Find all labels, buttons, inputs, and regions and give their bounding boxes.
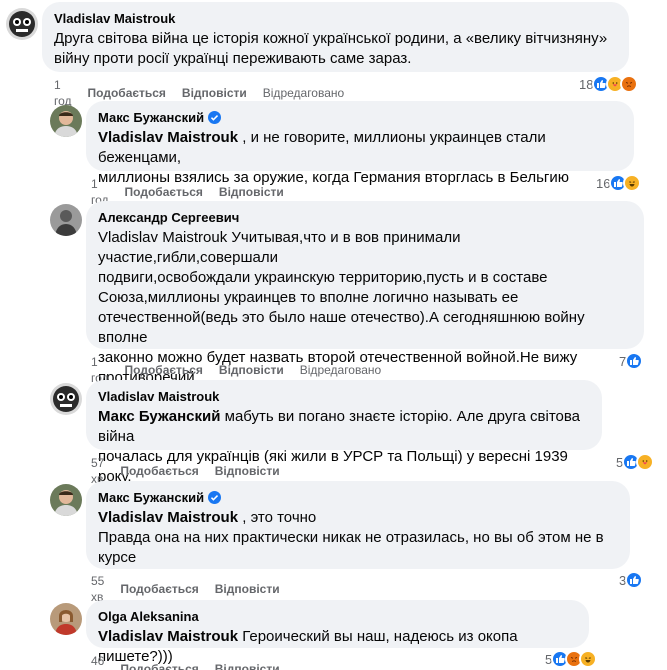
avatar[interactable] — [6, 8, 38, 40]
mention-link[interactable]: Vladislav Maistrouk — [98, 509, 238, 526]
avatar[interactable] — [50, 603, 82, 635]
comment-text-line: Правда она на них практически никак не о… — [98, 529, 604, 546]
reactions-summary[interactable]: 3 — [619, 571, 644, 589]
comment-time[interactable]: 46 хв — [91, 653, 104, 670]
author-name: Макс Бужанский — [98, 110, 205, 125]
care-reaction-icon — [636, 453, 655, 471]
avatar-image — [50, 484, 82, 516]
comment-text-line: Друга світова війна це історія кожної ук… — [54, 30, 608, 47]
comment-text-line: курсе — [98, 549, 137, 566]
angry-reaction-icon — [620, 75, 639, 93]
like-button[interactable]: Подобається — [120, 581, 198, 597]
comment-bubble: Vladislav Maistrouk Друга світова війна … — [42, 2, 629, 72]
verified-badge-icon — [208, 111, 222, 124]
reply-button[interactable]: Відповісти — [215, 661, 280, 670]
comment-text-first: , это точно — [238, 509, 317, 526]
comment-bubble: Александр Сергеевич Vladislav Maistrouk … — [86, 201, 644, 386]
haha-reaction-icon — [579, 650, 598, 668]
reply-button[interactable]: Відповісти — [182, 85, 247, 101]
comment-text-line: війну проти росії українці переживають с… — [54, 50, 412, 67]
like-button[interactable]: Подобається — [120, 661, 198, 670]
mention-link[interactable]: Макс Бужанский — [98, 408, 220, 425]
comment-bubble: Макс Бужанский Vladislav Maistrouk , это… — [86, 481, 630, 569]
comment-bubble: Olga Aleksanina Vladislav Maistrouk Геро… — [86, 600, 589, 665]
like-button[interactable]: Подобається — [120, 463, 198, 479]
avatar[interactable] — [50, 484, 82, 516]
mention-link[interactable]: Vladislav Maistrouk — [98, 129, 238, 146]
avatar[interactable] — [50, 383, 82, 415]
author-name: Макс Бужанский — [98, 490, 205, 505]
reactions-summary[interactable]: 18 — [579, 75, 639, 93]
reply-button[interactable]: Відповісти — [215, 463, 280, 479]
avatar-image — [50, 383, 82, 415]
comment-author[interactable]: Vladislav Maistrouk — [54, 10, 175, 27]
reactions-summary[interactable]: 5 — [545, 650, 598, 668]
comment-author[interactable]: Александр Сергеевич — [98, 209, 239, 226]
mention-link[interactable]: Vladislav Maistrouk — [98, 229, 227, 246]
like-reaction-icon — [625, 352, 644, 370]
comment-author[interactable]: Vladislav Maistrouk — [98, 388, 219, 405]
reply-button[interactable]: Відповісти — [219, 362, 284, 378]
comment-text-line: Союза,миллионы украинцев то вполне логич… — [98, 289, 519, 306]
like-button[interactable]: Подобається — [125, 362, 203, 378]
mention-link[interactable]: Vladislav Maistrouk — [98, 628, 238, 645]
comment-text: Vladislav Maistrouk , и не говорите, мил… — [98, 128, 622, 168]
avatar[interactable] — [50, 204, 82, 236]
comment-text-line: подвиги,освобождали украинскую территори… — [98, 269, 548, 286]
avatar-image — [50, 204, 82, 236]
haha-reaction-icon — [623, 174, 642, 192]
like-reaction-icon — [625, 571, 644, 589]
comment-author[interactable]: Макс Бужанский — [98, 489, 222, 506]
reaction-count: 16 — [596, 175, 611, 191]
comment-text: Vladislav Maistrouk , это точно — [98, 508, 618, 528]
like-button[interactable]: Подобається — [88, 85, 166, 101]
comment-author[interactable]: Olga Aleksanina — [98, 608, 199, 625]
reactions-summary[interactable]: 5 — [616, 453, 655, 471]
verified-badge-icon — [208, 491, 222, 504]
reactions-summary[interactable]: 7 — [619, 352, 644, 370]
reply-button[interactable]: Відповісти — [215, 581, 280, 597]
reaction-count: 18 — [579, 76, 594, 92]
comment-bubble: Vladislav Maistrouk Макс Бужанский мабут… — [86, 380, 602, 485]
avatar-image — [50, 105, 82, 137]
like-button[interactable]: Подобається — [125, 184, 203, 200]
reactions-summary[interactable]: 16 — [596, 174, 642, 192]
reply-button[interactable]: Відповісти — [219, 184, 284, 200]
edited-label[interactable]: Відредаговано — [300, 362, 381, 378]
edited-label[interactable]: Відредаговано — [263, 85, 344, 101]
comment-bubble: Макс Бужанский Vladislav Maistrouk , и н… — [86, 101, 634, 186]
comment-text-line: отечественной(ведь это было наше отечест… — [98, 309, 585, 346]
comment-text: Vladislav Maistrouk Учитывая,что и в вов… — [98, 228, 632, 268]
avatar[interactable] — [50, 105, 82, 137]
comment-actions: 46 хв Подобається Відповісти — [91, 653, 296, 670]
comment-author[interactable]: Макс Бужанский — [98, 109, 222, 126]
avatar-image — [6, 8, 38, 40]
avatar-image — [50, 603, 82, 635]
comment-text: Макс Бужанский мабуть ви погано знаєте і… — [98, 407, 590, 447]
